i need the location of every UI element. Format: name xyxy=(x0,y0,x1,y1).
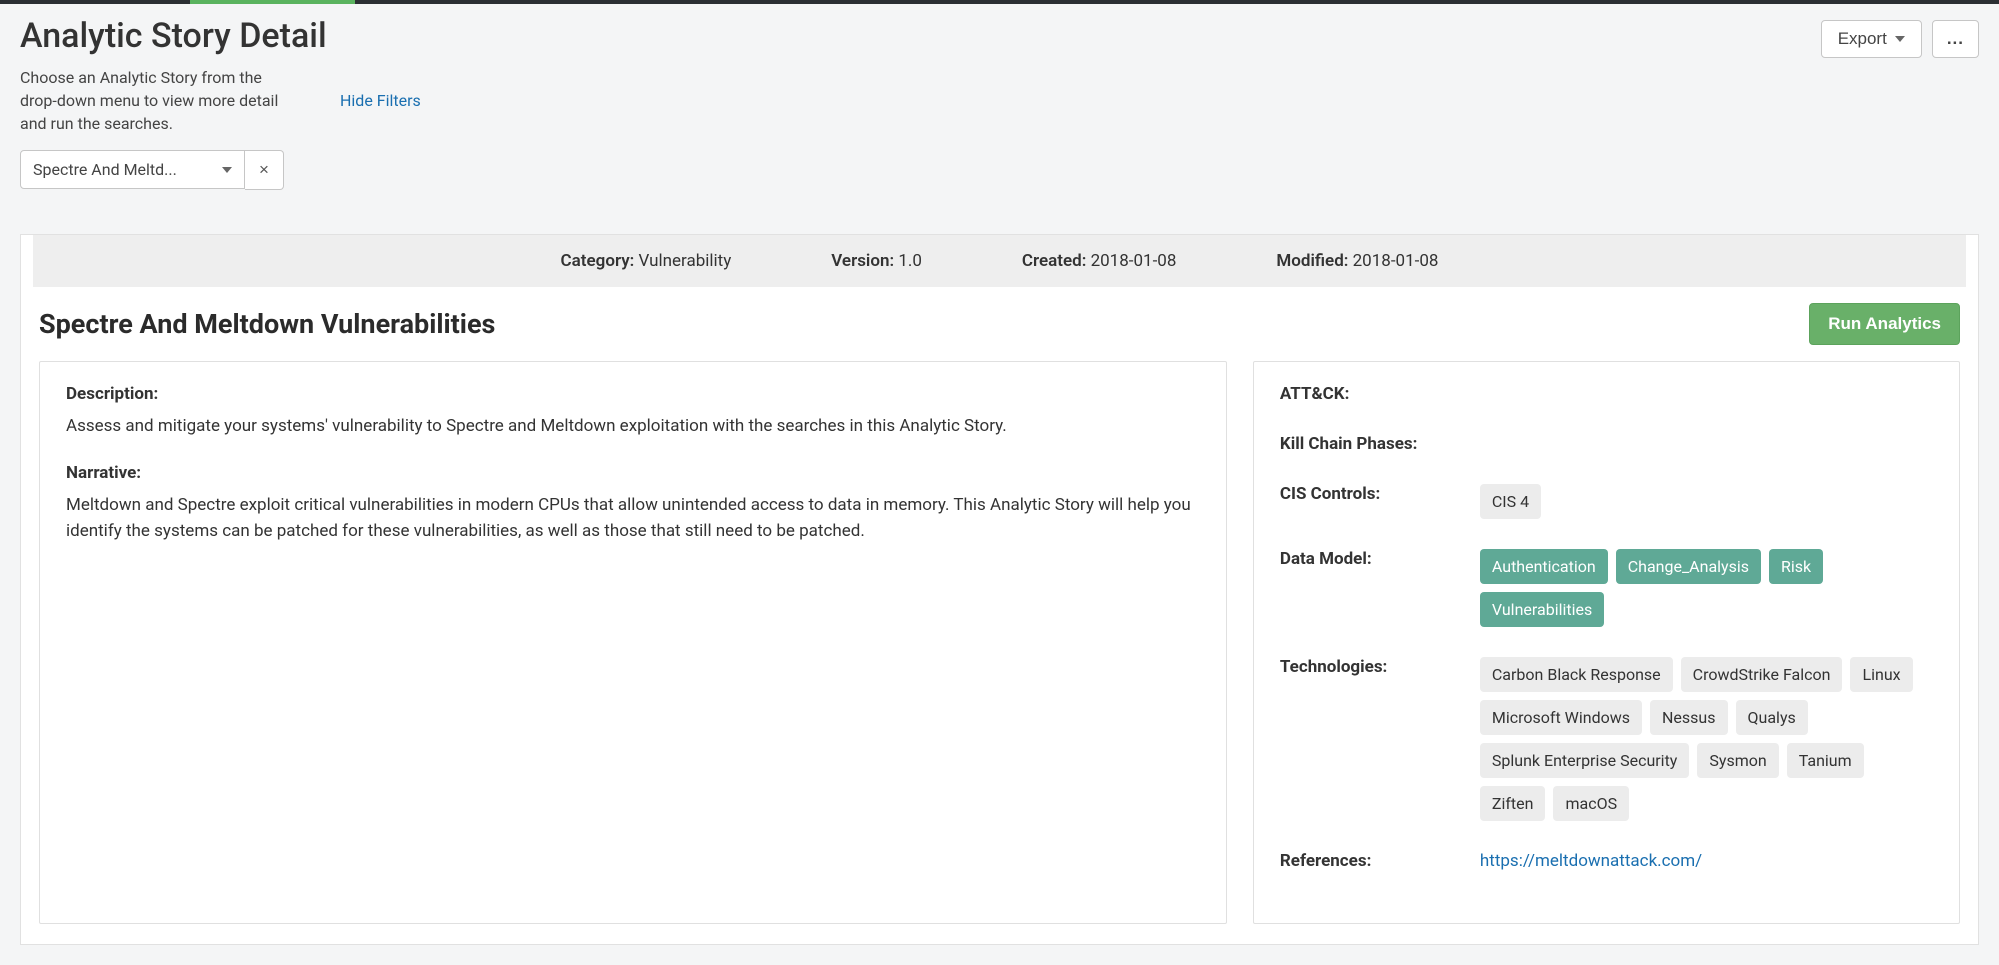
technologies-label: Technologies: xyxy=(1280,657,1480,677)
tag-technology: Microsoft Windows xyxy=(1480,700,1642,735)
page-subtitle: Choose an Analytic Story from the drop-d… xyxy=(20,66,300,136)
tag-data-model[interactable]: Risk xyxy=(1769,549,1823,584)
meta-modified: Modified: 2018-01-08 xyxy=(1276,251,1438,271)
top-nav-accent xyxy=(190,0,355,4)
close-icon: × xyxy=(259,160,269,180)
run-analytics-button[interactable]: Run Analytics xyxy=(1809,303,1960,345)
meta-created-label: Created: xyxy=(1022,251,1086,271)
description-label: Description: xyxy=(66,384,1200,404)
meta-bar: Category: Vulnerability Version: 1.0 Cre… xyxy=(33,235,1966,287)
cis-tags: CIS 4 xyxy=(1480,484,1541,519)
meta-created-value: 2018-01-08 xyxy=(1091,251,1177,271)
meta-version-label: Version: xyxy=(831,251,894,271)
tag-cis: CIS 4 xyxy=(1480,484,1541,519)
tag-data-model[interactable]: Change_Analysis xyxy=(1616,549,1761,584)
tag-technology: Tanium xyxy=(1787,743,1864,778)
data-model-label: Data Model: xyxy=(1280,549,1480,569)
meta-category: Category: Vulnerability xyxy=(561,251,732,271)
tag-technology: Nessus xyxy=(1650,700,1728,735)
hide-filters-link[interactable]: Hide Filters xyxy=(340,91,421,110)
caret-down-icon xyxy=(222,167,232,173)
detail-left-panel: Description: Assess and mitigate your sy… xyxy=(39,361,1227,924)
export-label: Export xyxy=(1838,29,1887,49)
meta-category-value: Vulnerability xyxy=(639,251,732,271)
tag-technology: Ziften xyxy=(1480,786,1546,821)
meta-version: Version: 1.0 xyxy=(831,251,922,271)
references-label: References: xyxy=(1280,851,1480,871)
data-model-tags: Authentication Change_Analysis Risk Vuln… xyxy=(1480,549,1933,627)
meta-version-value: 1.0 xyxy=(898,251,922,271)
content-panel: Category: Vulnerability Version: 1.0 Cre… xyxy=(20,234,1979,945)
more-actions-button[interactable]: ... xyxy=(1932,20,1979,58)
meta-created: Created: 2018-01-08 xyxy=(1022,251,1176,271)
tag-technology: Sysmon xyxy=(1697,743,1778,778)
tag-data-model[interactable]: Vulnerabilities xyxy=(1480,592,1604,627)
story-select-dropdown[interactable]: Spectre And Meltd... xyxy=(20,150,245,189)
attck-label: ATT&CK: xyxy=(1280,384,1480,404)
clear-filter-button[interactable]: × xyxy=(245,150,284,190)
reference-link[interactable]: https://meltdownattack.com/ xyxy=(1480,851,1702,871)
description-text: Assess and mitigate your systems' vulner… xyxy=(66,414,1200,440)
tag-data-model[interactable]: Authentication xyxy=(1480,549,1608,584)
kill-chain-label: Kill Chain Phases: xyxy=(1280,434,1480,454)
story-title: Spectre And Meltdown Vulnerabilities xyxy=(39,308,495,340)
cis-controls-label: CIS Controls: xyxy=(1280,484,1480,504)
narrative-label: Narrative: xyxy=(66,463,1200,483)
tag-technology: Qualys xyxy=(1736,700,1808,735)
page-title: Analytic Story Detail xyxy=(20,16,421,56)
tag-technology: Carbon Black Response xyxy=(1480,657,1673,692)
tag-technology: Linux xyxy=(1850,657,1912,692)
caret-down-icon xyxy=(1895,36,1905,42)
meta-modified-value: 2018-01-08 xyxy=(1353,251,1439,271)
meta-modified-label: Modified: xyxy=(1276,251,1348,271)
meta-category-label: Category: xyxy=(561,251,635,271)
export-button[interactable]: Export xyxy=(1821,20,1922,58)
detail-right-panel: ATT&CK: Kill Chain Phases: CIS Controls:… xyxy=(1253,361,1960,924)
story-select-value: Spectre And Meltd... xyxy=(33,160,177,179)
tag-technology: macOS xyxy=(1553,786,1629,821)
narrative-text: Meltdown and Spectre exploit critical vu… xyxy=(66,493,1200,544)
technology-tags: Carbon Black Response CrowdStrike Falcon… xyxy=(1480,657,1933,821)
tag-technology: Splunk Enterprise Security xyxy=(1480,743,1689,778)
tag-technology: CrowdStrike Falcon xyxy=(1681,657,1843,692)
